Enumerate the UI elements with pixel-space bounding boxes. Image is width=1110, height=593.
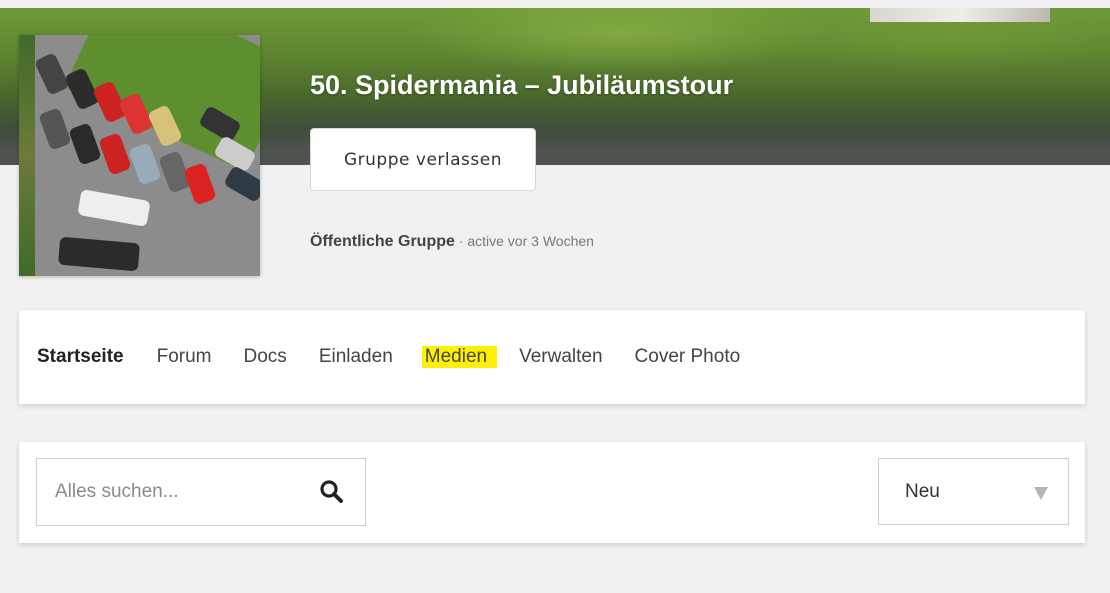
group-nav: Startseite Forum Docs Einladen Medien Ve… xyxy=(19,310,1085,404)
group-avatar[interactable] xyxy=(19,35,260,276)
leave-group-button[interactable]: Gruppe verlassen xyxy=(310,128,536,191)
avatar-car xyxy=(57,236,141,272)
avatar-car xyxy=(38,107,72,151)
avatar-car xyxy=(223,164,260,204)
tab-docs[interactable]: Docs xyxy=(244,346,287,368)
tab-einladen[interactable]: Einladen xyxy=(319,346,393,368)
tab-startseite[interactable]: Startseite xyxy=(37,346,124,368)
chevron-down-icon xyxy=(1034,487,1048,500)
avatar-car xyxy=(77,189,151,227)
group-activity: · active vor 3 Wochen xyxy=(458,233,594,249)
search-box xyxy=(36,458,366,526)
avatar-hedge xyxy=(19,35,35,276)
tab-cover-photo[interactable]: Cover Photo xyxy=(635,346,741,368)
cover-house xyxy=(870,8,1050,22)
search-icon[interactable] xyxy=(319,479,345,505)
tab-verwalten[interactable]: Verwalten xyxy=(519,346,602,368)
sort-select[interactable]: Neu xyxy=(878,458,1069,525)
group-visibility: Öffentliche Gruppe xyxy=(310,233,455,250)
avatar-car xyxy=(128,142,162,186)
avatar-car xyxy=(68,122,102,166)
avatar-car xyxy=(34,52,70,96)
avatar-car xyxy=(98,132,132,176)
tab-medien[interactable]: Medien xyxy=(421,346,498,368)
search-input[interactable] xyxy=(37,459,307,525)
avatar-car xyxy=(183,162,217,206)
tab-forum[interactable]: Forum xyxy=(157,346,212,368)
sort-value: Neu xyxy=(905,481,940,502)
page-title: 50. Spidermania – Jubiläumstour xyxy=(310,70,734,100)
group-meta: Öffentliche Gruppe · active vor 3 Wochen xyxy=(310,233,594,251)
filter-bar: Neu xyxy=(19,442,1085,543)
